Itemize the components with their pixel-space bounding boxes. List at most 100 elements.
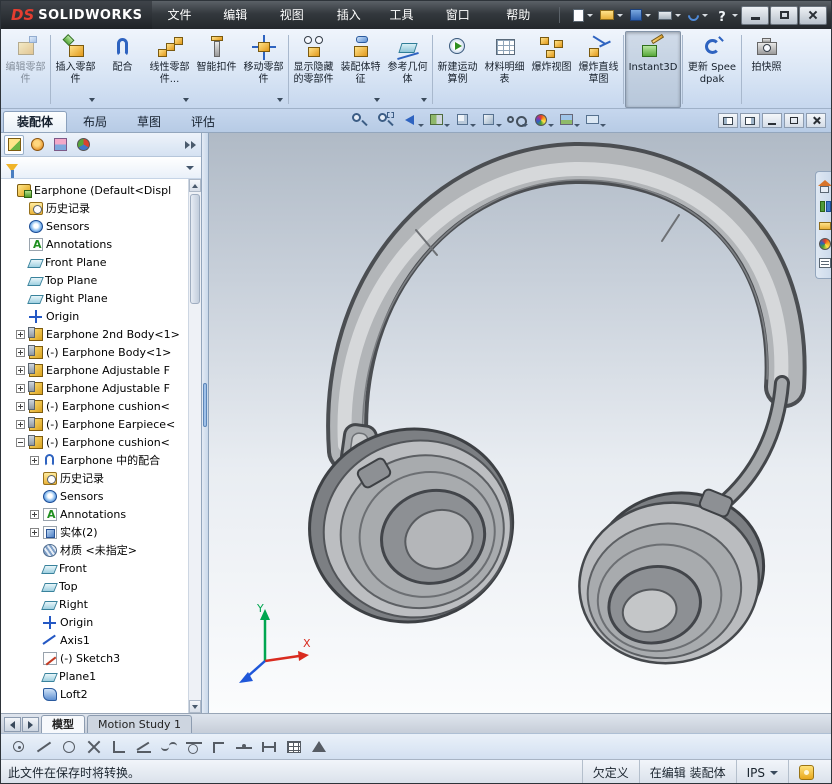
splitter-right-button[interactable] <box>22 717 39 732</box>
expand-icon[interactable] <box>30 456 39 465</box>
view-settings-icon[interactable] <box>583 111 605 129</box>
print-button[interactable] <box>655 4 684 26</box>
tab-evaluate[interactable]: 评估 <box>177 111 229 132</box>
menu-file[interactable]: 文件(F) <box>158 1 214 29</box>
undo-button[interactable] <box>685 4 711 26</box>
tree-item-earphone-adjustable-2[interactable]: Earphone Adjustable F <box>1 379 188 397</box>
corner-snap-icon[interactable] <box>209 738 229 756</box>
graphics-viewport[interactable]: Y X <box>209 133 832 713</box>
ribbon-button-instant3d[interactable]: Instant3D <box>625 31 681 108</box>
custom-properties-icon[interactable] <box>818 256 832 270</box>
ribbon-button-linear-component-pattern[interactable]: 线性零部件... <box>146 31 193 108</box>
tree-item-front[interactable]: Front <box>1 559 188 577</box>
section-view-icon[interactable] <box>427 111 449 129</box>
menu-edit[interactable]: 编辑(E) <box>214 1 270 29</box>
tree-item-earphone-cushion-1[interactable]: (-) Earphone cushion< <box>1 397 188 415</box>
expand-icon[interactable] <box>16 348 25 357</box>
tab-assembly[interactable]: 装配体 <box>3 111 67 132</box>
quick-snap-toggle-icon[interactable] <box>259 738 279 756</box>
circle-snap-icon[interactable] <box>59 738 79 756</box>
scroll-down-button[interactable] <box>189 700 201 713</box>
configurationmanager-tab[interactable] <box>50 135 70 155</box>
ribbon-button-smart-fasteners[interactable]: 智能扣件 <box>193 31 240 108</box>
ribbon-button-assembly-features[interactable]: 装配体特征 <box>337 31 384 108</box>
featuremanager-tab[interactable] <box>4 135 24 155</box>
expand-icon[interactable] <box>16 420 25 429</box>
tree-item-earphone-cushion-2[interactable]: (-) Earphone cushion< <box>1 433 188 451</box>
panel-right-toggle-button[interactable] <box>740 113 760 128</box>
ribbon-button-bill-of-materials[interactable]: 材料明细表 <box>481 31 528 108</box>
new-document-button[interactable] <box>570 4 596 26</box>
intersection-snap-icon[interactable] <box>84 738 104 756</box>
apply-scene-icon[interactable] <box>557 111 579 129</box>
panel-splitter[interactable] <box>202 133 209 713</box>
save-button[interactable] <box>627 4 654 26</box>
ribbon-button-new-motion-study[interactable]: 新建运动算例 <box>434 31 481 108</box>
center-point-snap-icon[interactable] <box>9 738 29 756</box>
tree-item-top[interactable]: Top <box>1 577 188 595</box>
open-button[interactable] <box>597 4 626 26</box>
ribbon-button-mate[interactable]: 配合 <box>99 31 146 108</box>
tree-item-earphone-earpiece[interactable]: (-) Earphone Earpiece< <box>1 415 188 433</box>
midpoint-snap-icon[interactable] <box>234 738 254 756</box>
menu-window[interactable]: 窗口(W) <box>437 1 497 29</box>
tab-sketch[interactable]: 草图 <box>123 111 175 132</box>
quick-tips-icon[interactable] <box>799 765 814 780</box>
tree-item-loft2[interactable]: Loft2 <box>1 685 188 703</box>
tree-item-earphone-adjustable-1[interactable]: Earphone Adjustable F <box>1 361 188 379</box>
ribbon-button-explode-line-sketch[interactable]: 爆炸直线草图 <box>575 31 622 108</box>
document-restore-button[interactable] <box>784 113 804 128</box>
menu-tools[interactable]: 工具(T) <box>380 1 436 29</box>
maximize-button[interactable] <box>770 6 798 25</box>
angle-snap-icon[interactable] <box>134 738 154 756</box>
edit-appearance-icon[interactable] <box>531 111 553 129</box>
propertymanager-tab[interactable] <box>27 135 47 155</box>
ribbon-button-reference-geometry[interactable]: 参考几何体 <box>384 31 431 108</box>
tangent-snap-icon[interactable] <box>184 738 204 756</box>
splitter-left-button[interactable] <box>4 717 21 732</box>
tree-item-plane1[interactable]: Plane1 <box>1 667 188 685</box>
tree-item-annotations-2[interactable]: Annotations <box>1 505 188 523</box>
tree-item-top-plane[interactable]: Top Plane <box>1 271 188 289</box>
panel-left-toggle-button[interactable] <box>718 113 738 128</box>
minimize-button[interactable] <box>741 6 769 25</box>
tree-item-mates[interactable]: Earphone 中的配合 <box>1 451 188 469</box>
expand-icon[interactable] <box>16 402 25 411</box>
ribbon-button-update-speedpak[interactable]: 更新 Speedpak <box>684 31 740 108</box>
units-selector[interactable]: IPS <box>736 760 788 784</box>
file-explorer-icon[interactable] <box>818 218 832 232</box>
zoom-to-fit-icon[interactable] <box>349 111 371 129</box>
tree-item-earphone-root[interactable]: Earphone (Default<Displ <box>1 181 188 199</box>
line-snap-icon[interactable] <box>34 738 54 756</box>
design-library-icon[interactable] <box>818 199 832 213</box>
document-minimize-button[interactable] <box>762 113 782 128</box>
chevron-down-icon[interactable] <box>186 166 194 170</box>
tree-scrollbar[interactable] <box>188 179 201 713</box>
close-button[interactable] <box>799 6 827 25</box>
tree-item-sensors-2[interactable]: Sensors <box>1 487 188 505</box>
ribbon-button-show-hidden-components[interactable]: 显示隐藏的零部件 <box>290 31 337 108</box>
document-close-button[interactable] <box>806 113 826 128</box>
previous-view-icon[interactable] <box>401 111 423 129</box>
display-style-icon[interactable] <box>479 111 501 129</box>
tree-item-front-plane[interactable]: Front Plane <box>1 253 188 271</box>
tree-item-history-2[interactable]: 历史记录 <box>1 469 188 487</box>
tree-item-axis1[interactable]: Axis1 <box>1 631 188 649</box>
filter-funnel-icon[interactable] <box>6 164 18 172</box>
triangle-snap-icon[interactable] <box>309 738 329 756</box>
ribbon-button-edit-component[interactable]: 编辑零部件 <box>2 31 49 108</box>
tree-item-origin[interactable]: Origin <box>1 307 188 325</box>
tree-item-sketch3[interactable]: (-) Sketch3 <box>1 649 188 667</box>
grid-snap-icon[interactable] <box>284 738 304 756</box>
tab-layout[interactable]: 布局 <box>69 111 121 132</box>
scroll-up-button[interactable] <box>189 179 201 192</box>
perpendicular-snap-icon[interactable] <box>109 738 129 756</box>
tree-item-annotations[interactable]: Annotations <box>1 235 188 253</box>
ribbon-button-exploded-view[interactable]: 爆炸视图 <box>528 31 575 108</box>
ribbon-button-take-snapshot[interactable]: 拍快照 <box>743 31 790 108</box>
displaymanager-tab[interactable] <box>73 135 93 155</box>
tree-item-history[interactable]: 历史记录 <box>1 199 188 217</box>
tree-item-sensors[interactable]: Sensors <box>1 217 188 235</box>
view-orientation-icon[interactable] <box>453 111 475 129</box>
spline-snap-icon[interactable] <box>159 738 179 756</box>
